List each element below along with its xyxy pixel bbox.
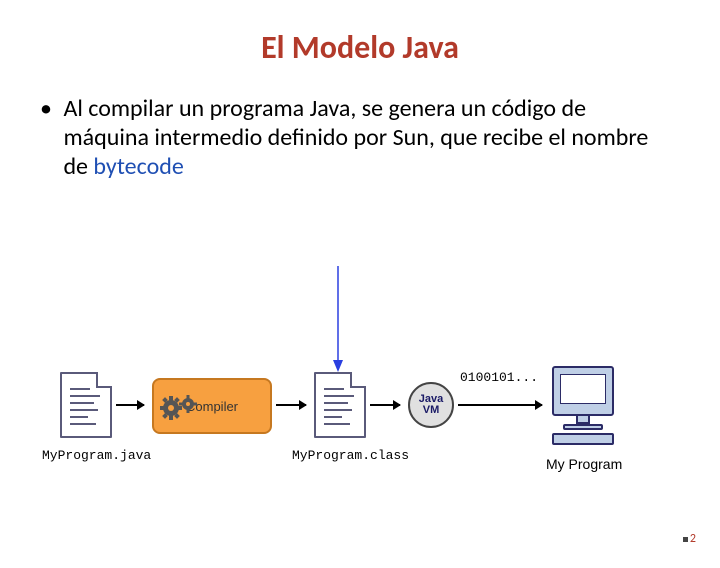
compiler-box: Compiler xyxy=(152,378,272,434)
source-file-icon xyxy=(60,372,112,438)
source-file-label: MyProgram.java xyxy=(42,448,151,463)
binary-stream-label: 0100101... xyxy=(460,370,538,385)
pointer-arrow xyxy=(328,266,348,374)
class-file-label: MyProgram.class xyxy=(292,448,409,463)
arrow-icon xyxy=(458,404,542,406)
computer-icon xyxy=(552,366,614,445)
bullet-text: Al compilar un programa Java, se genera … xyxy=(63,95,673,181)
page-number-bullet-icon xyxy=(683,537,688,542)
compilation-diagram: MyProgram.java xyxy=(60,368,660,508)
class-file-icon xyxy=(314,372,366,438)
bytecode-term: bytecode xyxy=(93,152,183,181)
arrow-icon xyxy=(370,404,400,406)
bullet-dot: • xyxy=(40,95,58,124)
bullet-item: • Al compilar un programa Java, se gener… xyxy=(40,95,680,181)
gear-icon xyxy=(160,395,182,417)
jvm-label-2: VM xyxy=(423,405,440,416)
output-caption: My Program xyxy=(546,456,622,472)
page-number: 2 xyxy=(683,532,696,546)
slide-title: El Modelo Java xyxy=(0,28,720,67)
jvm-node: Java VM xyxy=(408,382,454,428)
arrow-icon xyxy=(116,404,144,406)
page-number-value: 2 xyxy=(690,532,696,546)
arrow-icon xyxy=(276,404,306,406)
